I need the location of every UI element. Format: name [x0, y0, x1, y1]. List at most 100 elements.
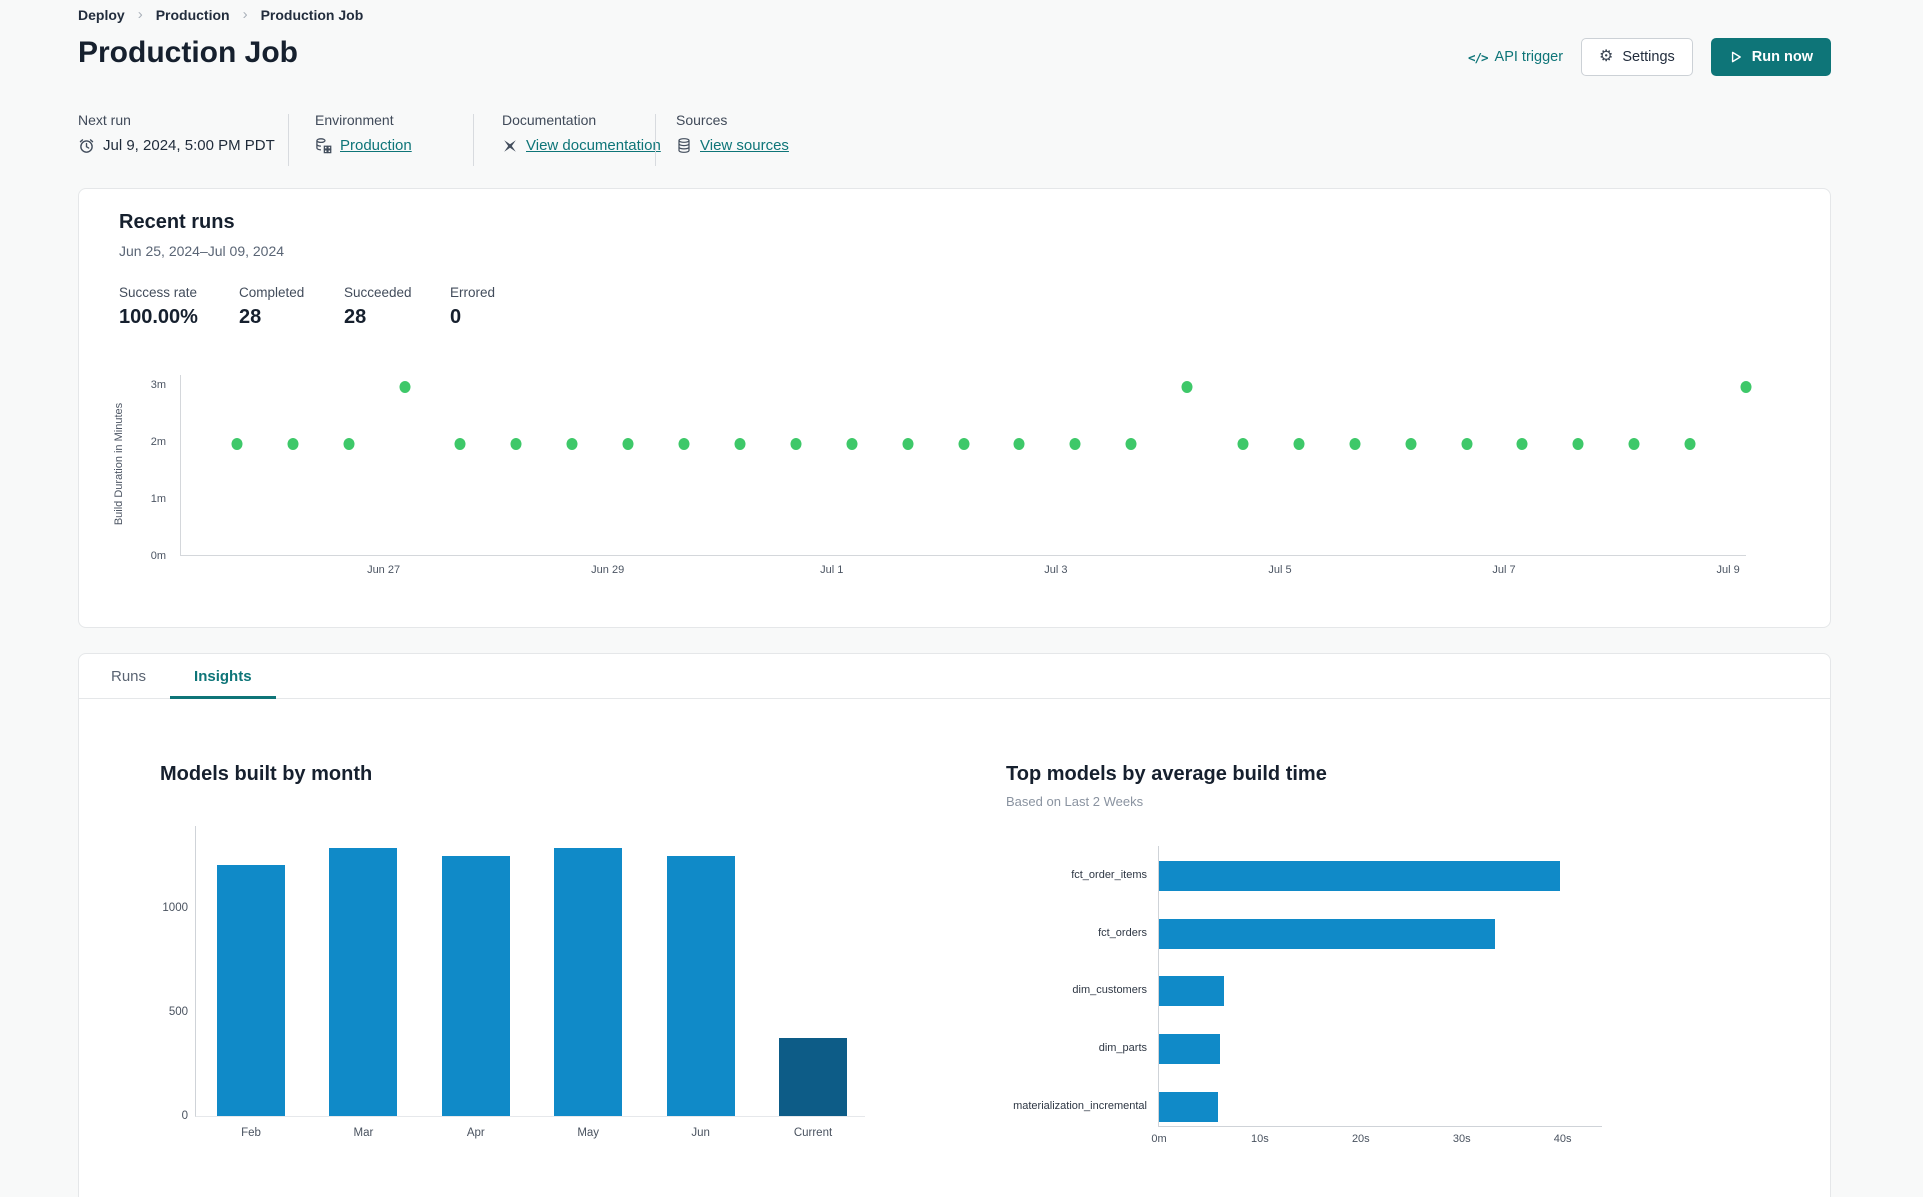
x-tick-label: Jul 1 [820, 564, 844, 576]
y-tick-label: 0m [150, 550, 166, 562]
page-title: Production Job [78, 36, 298, 69]
run-duration-dot[interactable] [1349, 437, 1361, 450]
run-now-button[interactable]: Run now [1710, 38, 1831, 76]
run-duration-dot[interactable] [399, 380, 411, 393]
run-duration-dot[interactable] [1628, 437, 1640, 450]
breadcrumb-deploy[interactable]: Deploy [78, 7, 125, 23]
run-duration-dot[interactable] [1181, 380, 1193, 393]
tab-insights[interactable]: Insights [170, 654, 276, 699]
month-bar[interactable] [554, 847, 623, 1116]
build-duration-axis-label: Build Duration in Minutes [113, 402, 125, 526]
run-duration-dot[interactable] [1684, 437, 1696, 450]
model-name-label: fct_orders [1098, 926, 1147, 939]
y-tick-label: 500 [168, 1006, 188, 1019]
run-duration-dot[interactable] [343, 437, 355, 450]
model-build-time-bar[interactable] [1159, 1034, 1220, 1065]
x-tick-label: 30s [1452, 1133, 1471, 1145]
meta-next-run: Next run Jul 9, 2024, 5:00 PM PDT [78, 112, 275, 154]
environment-link[interactable]: Production [340, 137, 412, 154]
breadcrumb: Deploy › Production › Production Job [78, 6, 363, 23]
y-tick-label: 2m [150, 436, 166, 448]
run-duration-dot[interactable] [622, 437, 634, 450]
run-now-label: Run now [1751, 49, 1813, 65]
run-duration-dot[interactable] [454, 437, 466, 450]
x-tick-label: Jun 29 [591, 564, 625, 576]
settings-button[interactable]: ⚙ Settings [1581, 38, 1693, 76]
gear-icon: ⚙ [1599, 48, 1614, 65]
model-build-time-bar[interactable] [1159, 861, 1560, 891]
model-build-time-bar[interactable] [1159, 976, 1224, 1007]
x-category-label: Current [793, 1127, 833, 1139]
database-icon [676, 137, 692, 154]
month-bar[interactable] [441, 856, 510, 1116]
header-actions: </> API trigger ⚙ Settings Run now [1468, 38, 1831, 76]
run-duration-dot[interactable] [846, 437, 858, 450]
run-duration-dot[interactable] [1572, 437, 1584, 450]
run-duration-dot[interactable] [1740, 380, 1752, 393]
model-build-time-bar[interactable] [1159, 1091, 1218, 1122]
meta-sources: Sources View sources [676, 112, 789, 154]
month-bar[interactable] [329, 847, 398, 1116]
environment-icon [315, 137, 332, 154]
run-duration-dot[interactable] [734, 437, 746, 450]
run-duration-dot[interactable] [902, 437, 914, 450]
run-duration-dot[interactable] [287, 437, 299, 450]
month-bar[interactable] [779, 1038, 847, 1116]
top-models-subtitle: Based on Last 2 Weeks [1006, 794, 1144, 809]
tab-bar: Runs Insights [79, 654, 1830, 699]
stat-success-rate: Success rate 100.00% [119, 285, 198, 328]
run-duration-dot[interactable] [790, 437, 802, 450]
run-duration-dot[interactable] [1405, 437, 1417, 450]
run-duration-dot[interactable] [231, 437, 243, 450]
y-tick-label: 3m [150, 379, 166, 391]
run-duration-dot[interactable] [1125, 437, 1137, 450]
run-duration-dot[interactable] [1069, 437, 1081, 450]
run-duration-dot[interactable] [1461, 437, 1473, 450]
code-icon: </> [1467, 49, 1489, 65]
job-detail-card: Runs Insights Models built by month 0 500… [78, 653, 1831, 1197]
breadcrumb-production-job: Production Job [260, 6, 364, 23]
meta-label: Documentation [502, 112, 597, 128]
x-category-label: Apr [466, 1127, 485, 1139]
run-duration-dot[interactable] [1293, 437, 1305, 450]
run-duration-dot[interactable] [1516, 437, 1528, 450]
view-documentation-link[interactable]: View documentation [526, 137, 661, 154]
api-trigger-link[interactable]: </> API trigger [1468, 49, 1563, 65]
x-tick-label: Jul 9 [1716, 564, 1740, 576]
run-duration-dot[interactable] [1237, 437, 1249, 450]
play-icon [1729, 50, 1743, 64]
view-sources-link[interactable]: View sources [700, 137, 789, 154]
stat-succeeded: Succeeded 28 [344, 285, 412, 328]
y-tick-label: 1000 [162, 902, 188, 915]
docs-icon [502, 138, 518, 154]
run-duration-dot[interactable] [510, 437, 522, 450]
model-name-label: dim_parts [1098, 1042, 1147, 1055]
tab-runs[interactable]: Runs [87, 654, 170, 698]
run-duration-dot[interactable] [678, 437, 690, 450]
top-models-title: Top models by average build time [1006, 763, 1327, 785]
api-trigger-label: API trigger [1494, 49, 1564, 65]
models-built-title: Models built by month [160, 763, 373, 785]
run-duration-dot[interactable] [958, 437, 969, 450]
insights-panel: Models built by month 0 500 1000 Feb Mar Apr M… [79, 699, 1830, 1197]
build-duration-xticks: Jun 27 Jun 29 Jul 1 Jul 3 Jul 5 Jul 7 Jul 9 [180, 564, 1746, 580]
x-tick-label: Jul 7 [1492, 564, 1516, 576]
stat-errored: Errored 0 [450, 285, 496, 328]
breadcrumb-production[interactable]: Production [156, 7, 230, 23]
run-duration-dot[interactable] [566, 437, 578, 450]
y-tick-label: 0 [181, 1110, 188, 1122]
month-bar[interactable] [217, 864, 285, 1116]
top-models-chart-section: Top models by average build time Based o… [1006, 763, 1726, 1145]
x-tick-label: Jul 5 [1268, 564, 1292, 576]
meta-environment: Environment Production [315, 112, 412, 154]
x-tick-label: 20s [1351, 1133, 1370, 1145]
x-category-label: Feb [241, 1127, 261, 1139]
settings-label: Settings [1622, 49, 1675, 65]
x-tick-label: Jun 27 [367, 564, 401, 576]
recent-runs-date-range: Jun 25, 2024–Jul 09, 2024 [119, 243, 285, 259]
month-bar[interactable] [666, 856, 735, 1116]
x-tick-label: 40s [1553, 1133, 1572, 1145]
model-build-time-bar[interactable] [1159, 918, 1496, 949]
clock-icon [78, 137, 95, 154]
run-duration-dot[interactable] [1013, 437, 1025, 450]
